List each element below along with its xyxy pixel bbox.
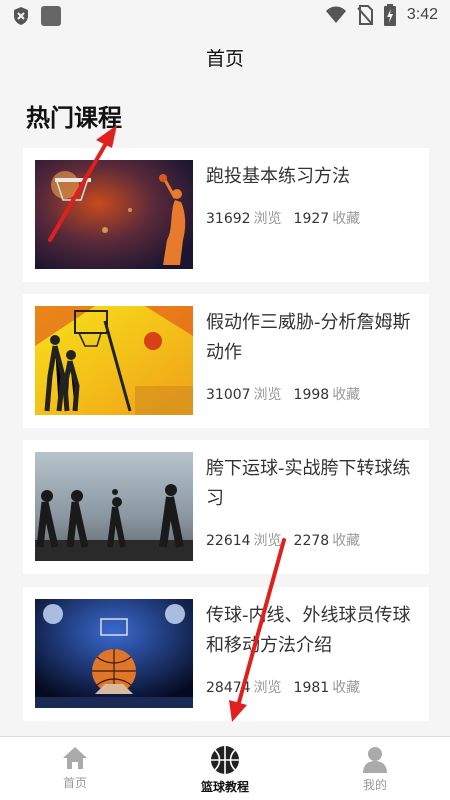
course-title: 跑投基本练习方法 (206, 166, 350, 187)
favorites-stat: 1981 收藏 (294, 677, 361, 697)
course-stats: 28474 浏览 1981 收藏 (206, 677, 360, 697)
favorites-label: 收藏 (332, 387, 361, 403)
basketball-icon (211, 746, 239, 774)
views-count: 31692 (206, 211, 251, 227)
favorites-count: 2278 (293, 533, 330, 549)
views-stat: 31007 浏览 (206, 384, 282, 404)
status-time: 3:42 (406, 6, 438, 23)
tab-basketball-tutorial-label: 篮球教程 (200, 780, 249, 794)
favorites-count: 1927 (293, 211, 330, 227)
course-card[interactable]: 胯下运球-实战胯下转球练习 22614 浏览 2278 收藏 (23, 440, 429, 574)
bottom-tab-bar: 首页 篮球教程 我的 (0, 736, 450, 800)
views-label: 浏览 (253, 211, 282, 227)
course-title: 传球-内线、外线球员传球和移动方法介绍 (206, 605, 411, 656)
wifi-icon (325, 6, 346, 23)
course-card[interactable]: 跑投基本练习方法 31692 浏览 1927 收藏 (23, 148, 429, 282)
course-card[interactable]: 假动作三威胁-分析詹姆斯动作 31007 浏览 1998 收藏 (23, 294, 429, 428)
course-thumbnail (35, 306, 193, 415)
battery-charging-icon (383, 4, 396, 26)
tab-home[interactable]: 首页 (0, 737, 150, 800)
views-stat: 28474 浏览 (206, 677, 282, 697)
user-icon (363, 747, 387, 773)
course-stats: 31007 浏览 1998 收藏 (206, 384, 360, 404)
favorites-label: 收藏 (332, 533, 361, 549)
no-sim-icon (357, 5, 373, 25)
views-count: 31007 (206, 387, 251, 403)
tab-mine-label: 我的 (362, 778, 387, 792)
favorites-stat: 1998 收藏 (294, 384, 361, 404)
tab-mine[interactable]: 我的 (300, 737, 450, 800)
course-thumbnail (35, 160, 193, 269)
views-label: 浏览 (253, 680, 282, 696)
views-stat: 31692 浏览 (206, 208, 282, 228)
views-label: 浏览 (253, 533, 282, 549)
course-thumbnail (35, 599, 193, 708)
views-label: 浏览 (253, 387, 282, 403)
course-stats: 22614 浏览 2278 收藏 (206, 530, 360, 550)
course-thumbnail (35, 452, 193, 561)
favorites-stat: 2278 收藏 (294, 530, 361, 550)
home-icon (63, 747, 87, 769)
favorites-count: 1998 (293, 387, 330, 403)
tab-home-label: 首页 (62, 776, 87, 790)
favorites-count: 1981 (293, 680, 330, 696)
favorites-label: 收藏 (332, 680, 361, 696)
course-title: 假动作三威胁-分析詹姆斯动作 (206, 312, 411, 363)
views-count: 28474 (206, 680, 251, 696)
section-title: 热门课程 (26, 104, 122, 132)
course-card[interactable]: 传球-内线、外线球员传球和移动方法介绍 28474 浏览 1981 收藏 (23, 587, 429, 721)
page-title: 首页 (205, 47, 244, 70)
tab-basketball-tutorial[interactable]: 篮球教程 (150, 737, 300, 800)
course-stats: 31692 浏览 1927 收藏 (206, 208, 360, 228)
views-stat: 22614 浏览 (206, 530, 282, 550)
shield-icon (14, 7, 28, 25)
favorites-stat: 1927 收藏 (294, 208, 361, 228)
favorites-label: 收藏 (332, 211, 361, 227)
status-bar: 3:42 (0, 0, 450, 32)
app-square-icon (41, 6, 61, 26)
views-count: 22614 (206, 533, 251, 549)
course-title: 胯下运球-实战胯下转球练习 (206, 458, 411, 509)
